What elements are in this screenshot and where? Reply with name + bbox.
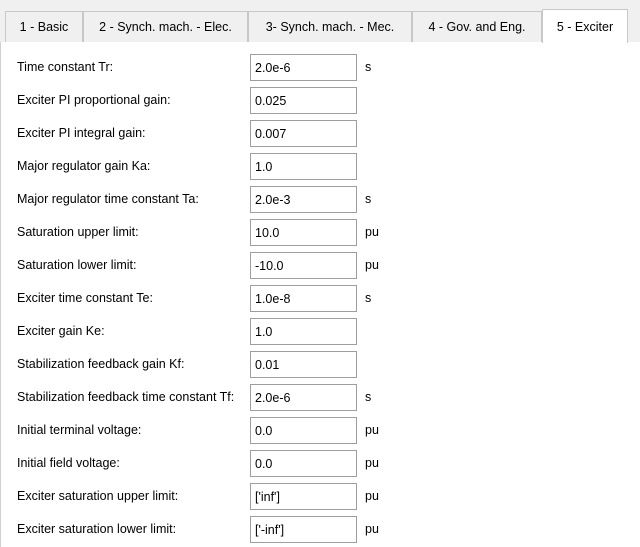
param-label: Exciter PI proportional gain: — [17, 93, 171, 107]
param-unit: s — [365, 60, 372, 74]
param-label: Exciter saturation upper limit: — [17, 489, 179, 503]
param-input[interactable] — [250, 153, 357, 180]
param-row: Major regulator gain Ka: — [1, 153, 640, 180]
tab-bar: 1 - Basic 2 - Synch. mach. - Elec. 3- Sy… — [0, 0, 640, 43]
param-unit: pu — [365, 258, 379, 272]
param-label: Stabilization feedback gain Kf: — [17, 357, 185, 371]
param-row: Time constant Tr: s — [1, 54, 640, 81]
tab-exciter[interactable]: 5 - Exciter — [542, 9, 628, 43]
param-label: Exciter time constant Te: — [17, 291, 153, 305]
param-input[interactable] — [250, 186, 357, 213]
tab-gov-and-eng[interactable]: 4 - Gov. and Eng. — [412, 11, 542, 42]
param-label: Stabilization feedback time constant Tf: — [17, 390, 235, 404]
param-label: Major regulator time constant Ta: — [17, 192, 199, 206]
tab-synch-mach-mec[interactable]: 3- Synch. mach. - Mec. — [248, 11, 412, 42]
param-unit: pu — [365, 423, 379, 437]
param-input[interactable] — [250, 120, 357, 147]
param-label: Initial terminal voltage: — [17, 423, 142, 437]
exciter-parameters-panel: Time constant Tr: s Exciter PI proportio… — [0, 42, 640, 547]
param-row: Initial terminal voltage: pu — [1, 417, 640, 444]
param-unit: s — [365, 291, 372, 305]
param-row: Exciter time constant Te: s — [1, 285, 640, 312]
param-row: Exciter saturation lower limit: pu — [1, 516, 640, 543]
param-input[interactable] — [250, 219, 357, 246]
param-row: Saturation upper limit: pu — [1, 219, 640, 246]
param-label: Exciter saturation lower limit: — [17, 522, 177, 536]
param-input[interactable] — [250, 450, 357, 477]
param-label: Exciter gain Ke: — [17, 324, 105, 338]
param-unit: pu — [365, 489, 379, 503]
param-input[interactable] — [250, 285, 357, 312]
param-row: Exciter saturation upper limit: pu — [1, 483, 640, 510]
param-unit: pu — [365, 522, 379, 536]
param-input[interactable] — [250, 384, 357, 411]
param-row: Exciter PI integral gain: — [1, 120, 640, 147]
param-input[interactable] — [250, 417, 357, 444]
param-label: Major regulator gain Ka: — [17, 159, 151, 173]
param-label: Time constant Tr: — [17, 60, 114, 74]
tab-basic[interactable]: 1 - Basic — [5, 11, 83, 42]
param-input[interactable] — [250, 351, 357, 378]
param-label: Initial field voltage: — [17, 456, 120, 470]
param-row: Initial field voltage: pu — [1, 450, 640, 477]
param-input[interactable] — [250, 252, 357, 279]
tab-synch-mach-elec[interactable]: 2 - Synch. mach. - Elec. — [83, 11, 248, 42]
param-row: Saturation lower limit: pu — [1, 252, 640, 279]
param-input[interactable] — [250, 516, 357, 543]
param-row: Exciter gain Ke: — [1, 318, 640, 345]
param-input[interactable] — [250, 318, 357, 345]
param-unit: s — [365, 390, 372, 404]
param-label: Saturation upper limit: — [17, 225, 139, 239]
param-row: Stabilization feedback time constant Tf:… — [1, 384, 640, 411]
param-input[interactable] — [250, 54, 357, 81]
param-input[interactable] — [250, 87, 357, 114]
param-unit: pu — [365, 225, 379, 239]
param-label: Exciter PI integral gain: — [17, 126, 146, 140]
param-label: Saturation lower limit: — [17, 258, 137, 272]
param-unit: s — [365, 192, 372, 206]
param-input[interactable] — [250, 483, 357, 510]
param-row: Major regulator time constant Ta: s — [1, 186, 640, 213]
param-unit: pu — [365, 456, 379, 470]
param-row: Stabilization feedback gain Kf: — [1, 351, 640, 378]
param-row: Exciter PI proportional gain: — [1, 87, 640, 114]
